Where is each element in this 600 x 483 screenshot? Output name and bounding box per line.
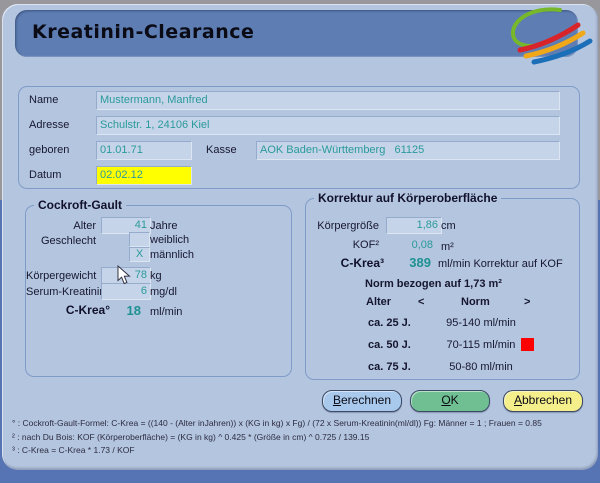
born-label: geboren <box>29 144 70 156</box>
ok-button[interactable]: OK <box>410 390 490 412</box>
address-field[interactable]: Schulstr. 1, 24106 Kiel <box>96 116 560 135</box>
alter-unit: Jahre <box>150 220 178 232</box>
weiblich-label: weiblich <box>150 234 190 246</box>
serum-label: Serum-Kreatinin <box>26 286 106 298</box>
ckrea-label: C-Krea° <box>65 303 110 317</box>
insurer-field[interactable]: AOK Baden-Württemberg 61125 <box>256 141 560 160</box>
title-bar: Kreatinin-Clearance <box>15 10 578 57</box>
norm-marker <box>521 338 534 351</box>
korrektur-section: Korrektur auf Körperoberfläche Körpergrö… <box>305 191 580 380</box>
window-title: Kreatinin-Clearance <box>32 21 255 43</box>
berechnen-button-label: Berechnen <box>332 393 392 407</box>
groesse-unit: cm <box>441 220 456 232</box>
footnote-cockroft-formula: ° : Cockroft-Gault-Formel: C-Krea = ((14… <box>12 418 542 428</box>
korrektur-legend: Korrektur auf Körperoberfläche <box>314 191 502 205</box>
cockroft-gault-section: Cockroft-Gault Alter 41 Jahre Geschlecht… <box>25 198 292 377</box>
ckrea-kof-label: C-Krea³ <box>340 256 384 270</box>
abbrechen-button[interactable]: Abbrechen <box>503 390 583 412</box>
kof-unit: m² <box>441 241 454 253</box>
serum-unit: mg/dl <box>150 286 177 298</box>
patient-section: Name Mustermann, Manfred Adresse Schulst… <box>18 86 580 189</box>
groesse-field[interactable]: 1,86 <box>386 217 442 234</box>
insurer-label: Kasse <box>206 144 237 156</box>
maennlich-checkbox[interactable]: X <box>129 247 150 262</box>
ok-button-label: OK <box>441 393 459 407</box>
abbrechen-button-label: Abbrechen <box>513 393 573 407</box>
maennlich-label: männlich <box>150 249 195 261</box>
norm-row-alter: ca. 50 J. <box>368 339 411 351</box>
alter-label: Alter <box>73 220 96 232</box>
norm-title: Norm bezogen auf 1,73 m² <box>365 278 502 290</box>
address-label: Adresse <box>29 119 70 131</box>
footnote-ckrea-formula: ³ : C-Krea = C-Krea * 1.73 / KOF <box>12 445 135 455</box>
app-logo-icon <box>510 7 593 65</box>
kof-value: 0,08 <box>411 239 433 251</box>
cockroft-gault-legend: Cockroft-Gault <box>34 198 126 212</box>
app-screen: Kreatinin-Clearance Name Mustermann, Man… <box>0 0 600 483</box>
footnote-dubois-formula: ² : nach Du Bois: KOF (Körperoberfläche)… <box>12 432 370 442</box>
gewicht-label: Körpergewicht <box>26 270 97 282</box>
norm-col-lt: < <box>418 296 425 308</box>
ckrea-value: 18 <box>126 303 141 318</box>
date-label: Datum <box>29 169 62 181</box>
norm-row-value: 50-80 ml/min <box>449 361 513 373</box>
norm-col-gt: > <box>524 296 531 308</box>
norm-row-value: 95-140 ml/min <box>446 317 516 329</box>
norm-row-alter: ca. 25 J. <box>368 317 411 329</box>
ckrea-kof-unit: ml/min Korrektur auf KOF <box>438 258 563 270</box>
ckrea-unit: ml/min <box>150 306 183 318</box>
norm-col-alter: Alter <box>366 296 392 308</box>
kof-label: KOF² <box>352 239 379 251</box>
born-field[interactable]: 01.01.71 <box>96 141 192 160</box>
berechnen-button[interactable]: Berechnen <box>322 390 402 412</box>
norm-row-value: 70-115 ml/min <box>446 339 516 351</box>
name-field[interactable]: Mustermann, Manfred <box>96 91 560 110</box>
ckrea-kof-value: 389 <box>409 255 431 270</box>
date-field[interactable]: 02.02.12 <box>96 166 192 185</box>
norm-row-alter: ca. 75 J. <box>368 361 411 373</box>
name-label: Name <box>29 94 59 106</box>
serum-field[interactable]: 6 <box>101 283 151 300</box>
mouse-cursor-icon <box>117 265 131 285</box>
weiblich-checkbox[interactable] <box>129 232 150 247</box>
geschlecht-label: Geschlecht <box>40 235 96 247</box>
groesse-label: Körpergröße <box>317 220 379 232</box>
norm-col-norm: Norm <box>461 296 490 308</box>
gewicht-unit: kg <box>150 270 162 282</box>
